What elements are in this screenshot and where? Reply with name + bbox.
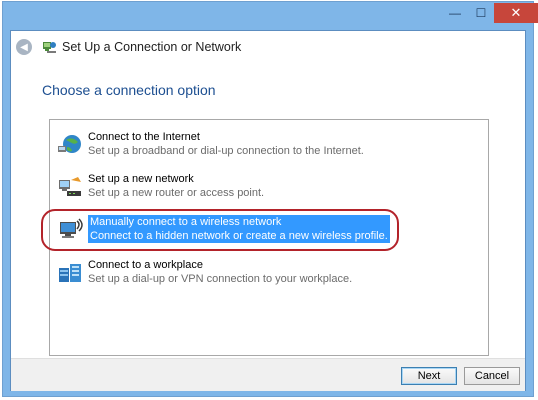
option-manual-wireless[interactable]: Manually connect to a wireless network C… [57, 215, 477, 245]
navigation-bar: ◀ Set Up a Connection or Network [16, 37, 241, 57]
back-button[interactable]: ◀ [16, 39, 32, 55]
option-description: Set up a broadband or dial-up connection… [88, 145, 364, 157]
option-description: Set up a new router or access point. [88, 187, 265, 199]
option-text: Set up a new network Set up a new router… [88, 172, 264, 200]
wireless-computer-icon [60, 218, 83, 238]
cancel-button[interactable]: Cancel [464, 367, 520, 385]
connection-options-list: Connect to the Internet Set up a broadba… [49, 119, 489, 356]
option-text: Manually connect to a wireless network C… [88, 215, 390, 243]
dialog-footer: Next Cancel [11, 358, 525, 391]
minimize-button[interactable]: — [442, 3, 468, 23]
window-controls: — ☐ ✕ [442, 3, 538, 23]
option-connect-workplace[interactable]: Connect to a workplace Set up a dial-up … [57, 258, 477, 288]
next-button[interactable]: Next [401, 367, 457, 385]
dialog-client-area: ◀ Set Up a Connection or Network Choose … [10, 30, 526, 391]
option-title: Manually connect to a wireless network [90, 216, 282, 228]
option-description: Connect to a hidden network or create a … [90, 230, 388, 242]
network-setup-icon [43, 42, 56, 53]
page-title: Choose a connection option [42, 82, 216, 98]
globe-network-icon [58, 135, 81, 153]
option-title: Set up a new network [88, 173, 194, 185]
option-title: Connect to a workplace [88, 259, 203, 271]
option-text: Connect to the Internet Set up a broadba… [88, 130, 364, 158]
window-title: Set Up a Connection or Network [62, 40, 242, 54]
option-description: Set up a dial-up or VPN connection to yo… [88, 273, 353, 285]
maximize-button[interactable]: ☐ [468, 3, 494, 23]
dialog-window: — ☐ ✕ ◀ Set Up a Connection or Network C… [2, 1, 538, 397]
workplace-icon [59, 264, 81, 282]
router-icon [59, 177, 81, 196]
option-title: Connect to the Internet [88, 131, 200, 143]
close-button[interactable]: ✕ [494, 3, 538, 23]
option-connect-internet[interactable]: Connect to the Internet Set up a broadba… [57, 130, 477, 160]
option-new-network[interactable]: Set up a new network Set up a new router… [57, 172, 477, 202]
back-arrow-icon: ◀ [20, 41, 28, 53]
option-text: Connect to a workplace Set up a dial-up … [88, 258, 352, 286]
